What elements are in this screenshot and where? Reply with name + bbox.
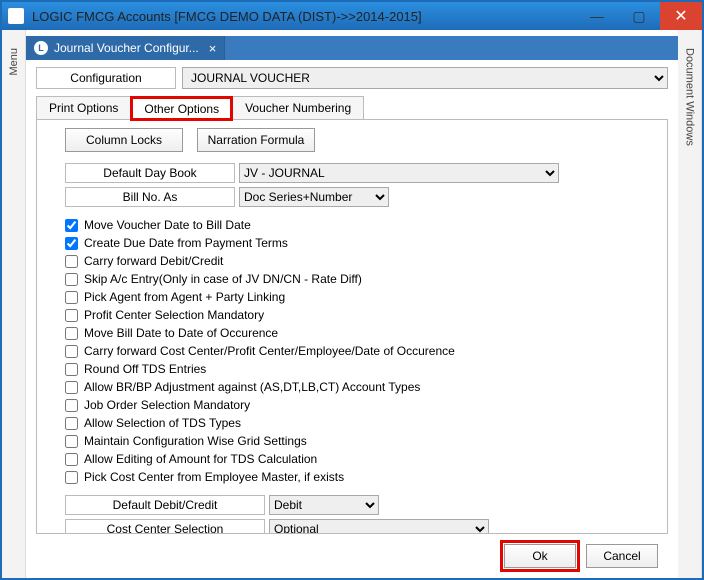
checkbox-list: Move Voucher Date to Bill Date Create Due…	[65, 216, 657, 486]
checkbox-label: Create Due Date from Payment Terms	[84, 236, 288, 250]
app-icon	[8, 8, 24, 24]
default-debit-credit-label: Default Debit/Credit	[65, 495, 265, 515]
checkbox-label: Profit Center Selection Mandatory	[84, 308, 264, 322]
menu-tab[interactable]: Menu	[2, 30, 26, 578]
minimize-button[interactable]: —	[576, 2, 618, 30]
configuration-select[interactable]: JOURNAL VOUCHER	[182, 67, 668, 89]
checkbox[interactable]	[65, 255, 78, 268]
window-title: LOGIC FMCG Accounts [FMCG DEMO DATA (DIS…	[30, 9, 576, 24]
document-windows-tab[interactable]: Document Windows	[678, 30, 702, 578]
close-button[interactable]: ✕	[660, 2, 702, 30]
checkbox-label: Allow Editing of Amount for TDS Calculat…	[84, 452, 317, 466]
document-tab[interactable]: L Journal Voucher Configur... ×	[26, 36, 225, 60]
window-buttons: — ▢ ✕	[576, 2, 702, 30]
button-row: Column Locks Narration Formula	[65, 128, 657, 152]
checkbox-label: Carry forward Debit/Credit	[84, 254, 223, 268]
checkbox-label: Pick Agent from Agent + Party Linking	[84, 290, 285, 304]
checkbox-row[interactable]: Carry forward Debit/Credit	[65, 252, 657, 270]
doc-tab-title: Journal Voucher Configur...	[54, 41, 199, 55]
checkbox[interactable]	[65, 345, 78, 358]
narration-formula-button[interactable]: Narration Formula	[197, 128, 315, 152]
checkbox-row[interactable]: Allow BR/BP Adjustment against (AS,DT,LB…	[65, 378, 657, 396]
checkbox[interactable]	[65, 435, 78, 448]
cancel-button[interactable]: Cancel	[586, 544, 658, 568]
column-locks-button[interactable]: Column Locks	[65, 128, 183, 152]
checkbox-label: Move Voucher Date to Bill Date	[84, 218, 251, 232]
menu-tab-label: Menu	[8, 48, 20, 76]
cost-center-selection-row: Cost Center Selection Optional	[65, 518, 657, 534]
checkbox-row[interactable]: Maintain Configuration Wise Grid Setting…	[65, 432, 657, 450]
cost-center-selection-label: Cost Center Selection	[65, 519, 265, 534]
checkbox[interactable]	[65, 237, 78, 250]
checkbox[interactable]	[65, 399, 78, 412]
checkbox-row[interactable]: Profit Center Selection Mandatory	[65, 306, 657, 324]
app-window: LOGIC FMCG Accounts [FMCG DEMO DATA (DIS…	[0, 0, 704, 580]
checkbox-label: Carry forward Cost Center/Profit Center/…	[84, 344, 455, 358]
doc-tab-icon: L	[34, 41, 48, 55]
main-row: Menu L Journal Voucher Configur... × Con…	[2, 30, 702, 578]
ok-button[interactable]: Ok	[504, 544, 576, 568]
checkbox-row[interactable]: Job Order Selection Mandatory	[65, 396, 657, 414]
tab-voucher-numbering[interactable]: Voucher Numbering	[232, 96, 364, 119]
configuration-row: Configuration JOURNAL VOUCHER	[36, 66, 668, 90]
default-day-book-row: Default Day Book JV - JOURNAL	[65, 162, 657, 184]
doc-tab-close-icon[interactable]: ×	[209, 41, 217, 56]
checkbox-row[interactable]: Allow Editing of Amount for TDS Calculat…	[65, 450, 657, 468]
checkbox[interactable]	[65, 273, 78, 286]
checkbox-label: Skip A/c Entry(Only in case of JV DN/CN …	[84, 272, 362, 286]
bill-no-as-label: Bill No. As	[65, 187, 235, 207]
checkbox-row[interactable]: Round Off TDS Entries	[65, 360, 657, 378]
bill-no-as-row: Bill No. As Doc Series+Number	[65, 186, 657, 208]
other-options-panel: Column Locks Narration Formula Default D…	[36, 120, 668, 534]
checkbox-row[interactable]: Pick Cost Center from Employee Master, i…	[65, 468, 657, 486]
checkbox[interactable]	[65, 291, 78, 304]
checkbox[interactable]	[65, 471, 78, 484]
checkbox-row[interactable]: Move Voucher Date to Bill Date	[65, 216, 657, 234]
checkbox-label: Job Order Selection Mandatory	[84, 398, 250, 412]
center-panel: L Journal Voucher Configur... × Configur…	[26, 30, 678, 578]
checkbox-row[interactable]: Carry forward Cost Center/Profit Center/…	[65, 342, 657, 360]
checkbox-row[interactable]: Create Due Date from Payment Terms	[65, 234, 657, 252]
checkbox-label: Allow BR/BP Adjustment against (AS,DT,LB…	[84, 380, 420, 394]
checkbox[interactable]	[65, 417, 78, 430]
default-debit-credit-row: Default Debit/Credit Debit	[65, 494, 657, 516]
checkbox[interactable]	[65, 363, 78, 376]
checkbox-label: Maintain Configuration Wise Grid Setting…	[84, 434, 307, 448]
checkbox-row[interactable]: Allow Selection of TDS Types	[65, 414, 657, 432]
option-tabs: Print Options Other Options Voucher Numb…	[36, 96, 668, 120]
titlebar: LOGIC FMCG Accounts [FMCG DEMO DATA (DIS…	[2, 2, 702, 30]
checkbox-row[interactable]: Move Bill Date to Date of Occurence	[65, 324, 657, 342]
default-day-book-select[interactable]: JV - JOURNAL	[239, 163, 559, 183]
bill-no-as-select[interactable]: Doc Series+Number	[239, 187, 389, 207]
checkbox-row[interactable]: Skip A/c Entry(Only in case of JV DN/CN …	[65, 270, 657, 288]
configuration-label: Configuration	[36, 67, 176, 89]
checkbox[interactable]	[65, 219, 78, 232]
form-area: Configuration JOURNAL VOUCHER Print Opti…	[26, 60, 678, 538]
checkbox[interactable]	[65, 381, 78, 394]
checkbox[interactable]	[65, 453, 78, 466]
default-debit-credit-select[interactable]: Debit	[269, 495, 379, 515]
document-tab-bar: L Journal Voucher Configur... ×	[26, 36, 678, 60]
checkbox-label: Allow Selection of TDS Types	[84, 416, 241, 430]
document-windows-label: Document Windows	[684, 48, 696, 146]
footer-buttons: Ok Cancel	[26, 538, 678, 578]
checkbox-label: Round Off TDS Entries	[84, 362, 206, 376]
checkbox-label: Move Bill Date to Date of Occurence	[84, 326, 278, 340]
tab-print-options[interactable]: Print Options	[36, 96, 131, 119]
tab-other-options[interactable]: Other Options	[131, 97, 232, 120]
checkbox-label: Pick Cost Center from Employee Master, i…	[84, 470, 344, 484]
maximize-button[interactable]: ▢	[618, 2, 660, 30]
checkbox[interactable]	[65, 327, 78, 340]
checkbox[interactable]	[65, 309, 78, 322]
default-day-book-label: Default Day Book	[65, 163, 235, 183]
checkbox-row[interactable]: Pick Agent from Agent + Party Linking	[65, 288, 657, 306]
cost-center-selection-select[interactable]: Optional	[269, 519, 489, 534]
